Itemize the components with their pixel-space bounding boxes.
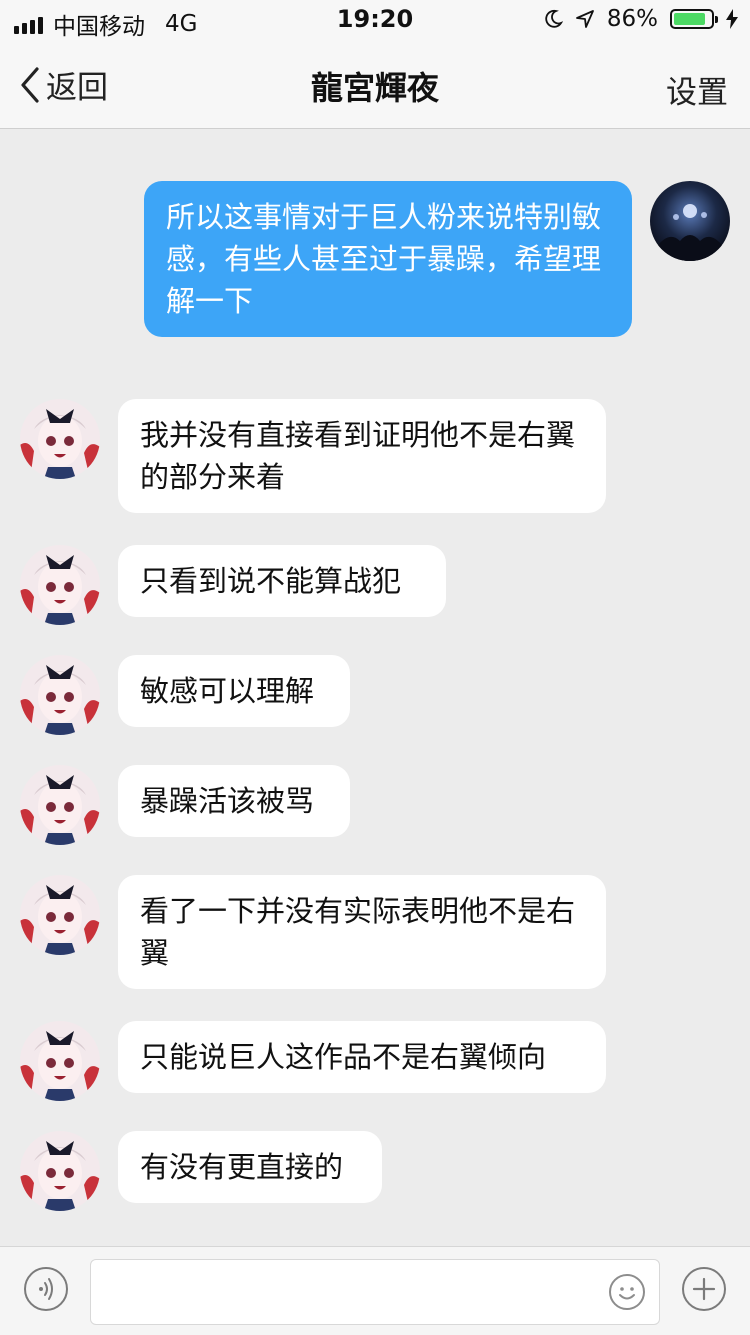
contact-avatar[interactable] [20, 765, 100, 845]
battery-icon [670, 9, 718, 29]
contact-avatar[interactable] [20, 655, 100, 735]
more-button[interactable] [682, 1267, 726, 1311]
emoji-button[interactable] [609, 1274, 645, 1310]
navigation-bar: 返回 龍宮輝夜 设置 [0, 40, 750, 129]
location-arrow-icon [575, 10, 594, 28]
moon-icon [545, 9, 563, 28]
status-bar: 中国移动 4G 19:20 86% [0, 0, 750, 40]
message-bubble[interactable]: 我并没有直接看到证明他不是右翼的部分来着 [118, 399, 606, 513]
contact-avatar[interactable] [20, 399, 100, 479]
message-bubble[interactable]: 只看到说不能算战犯 [118, 545, 446, 617]
my-avatar[interactable] [650, 181, 730, 261]
battery-percent: 86% [606, 6, 658, 32]
message-bubble[interactable]: 暴躁活该被骂 [118, 765, 350, 837]
message-bubble[interactable]: 敏感可以理解 [118, 655, 350, 727]
chat-title: 龍宮輝夜 [310, 69, 439, 107]
settings-button[interactable]: 设置 [666, 67, 728, 112]
voice-button[interactable] [24, 1267, 68, 1311]
contact-avatar[interactable] [20, 1131, 100, 1211]
contact-avatar[interactable] [20, 875, 100, 955]
contact-avatar[interactable] [20, 545, 100, 625]
message-bubble[interactable]: 所以这事情对于巨人粉来说特别敏感，有些人甚至过于暴躁，希望理解一下 [144, 181, 632, 337]
voice-icon [39, 1278, 53, 1300]
message-bubble[interactable]: 看了一下并没有实际表明他不是右翼 [118, 875, 606, 989]
message-bubble[interactable]: 只能说巨人这作品不是右翼倾向 [118, 1021, 606, 1093]
contact-avatar[interactable] [20, 1021, 100, 1101]
plus-icon [692, 1277, 716, 1301]
message-bubble[interactable]: 有没有更直接的 [118, 1131, 382, 1203]
charging-bolt-icon [726, 9, 738, 29]
input-bar [0, 1246, 750, 1335]
message-input[interactable] [90, 1259, 660, 1325]
emoji-icon [619, 1287, 635, 1300]
